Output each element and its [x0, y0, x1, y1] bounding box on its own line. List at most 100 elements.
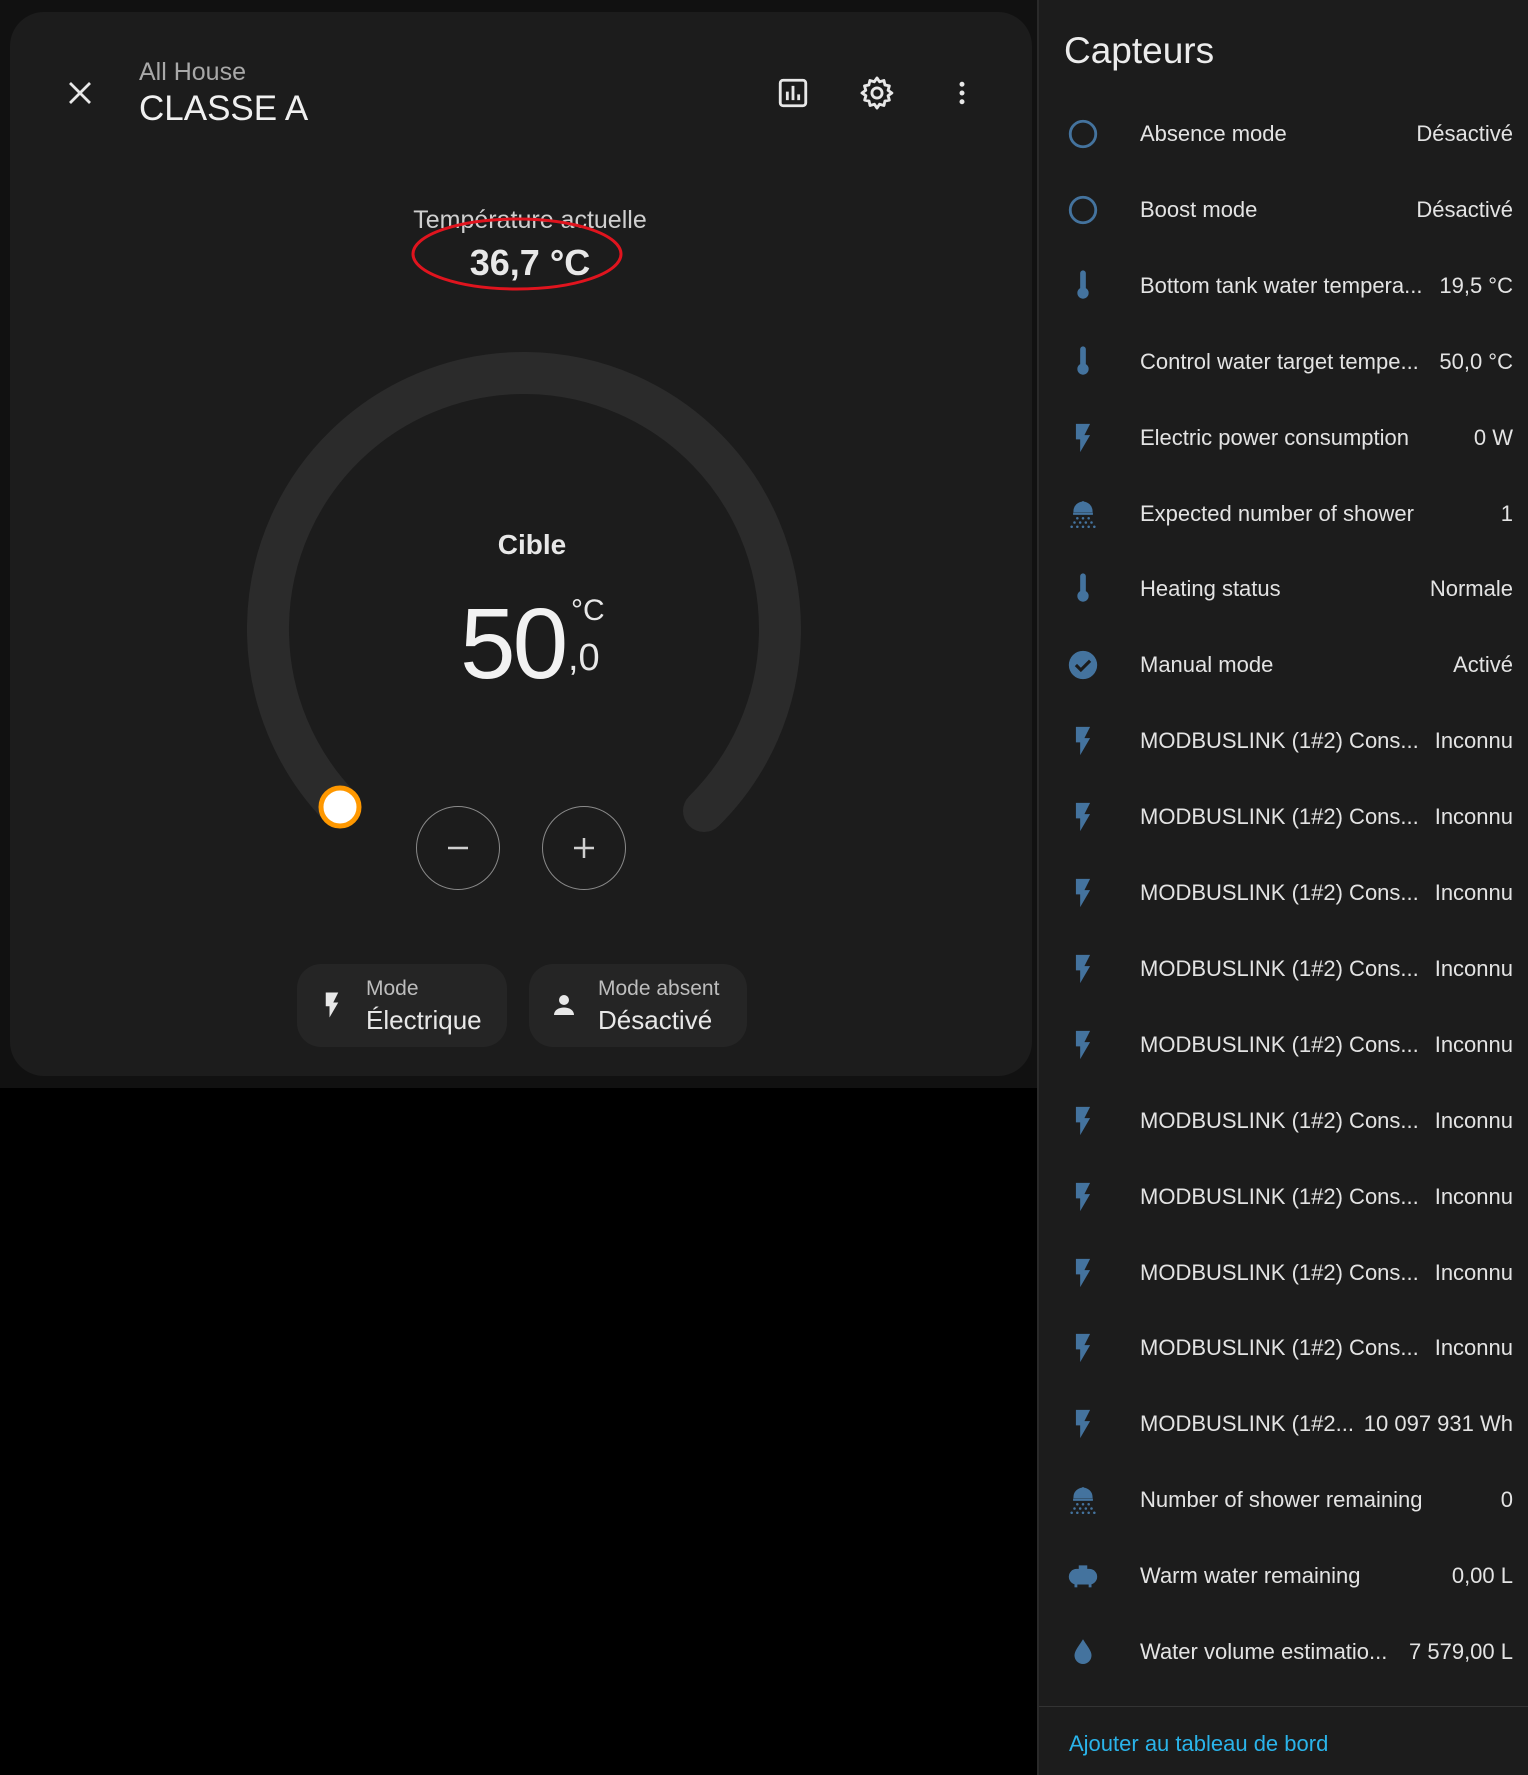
- sensor-value: Inconnu: [1434, 1259, 1513, 1285]
- sensor-row[interactable]: Expected number of shower 1: [1039, 476, 1528, 552]
- sensor-row[interactable]: MODBUSLINK (1#2) Cons... Inconnu: [1039, 779, 1528, 855]
- water-drop-icon: [1065, 1634, 1101, 1670]
- flash-icon: [1065, 951, 1101, 987]
- sensor-value: Désactivé: [1416, 121, 1513, 146]
- sensor-value: Activé: [1453, 652, 1513, 678]
- flash-icon: [1065, 875, 1101, 911]
- sensor-label: MODBUSLINK (1#2) Cons...: [1140, 1031, 1419, 1057]
- sensor-label: Manual mode: [1140, 652, 1274, 678]
- sensor-value: Inconnu: [1434, 728, 1513, 754]
- flash-icon: [1065, 1255, 1101, 1291]
- sensor-value: Inconnu: [1434, 804, 1513, 830]
- thermometer-icon: [1065, 571, 1101, 607]
- divider: [1039, 1706, 1528, 1707]
- sensor-label: Water volume estimatio...: [1140, 1639, 1388, 1664]
- sensor-value: 19,5 °C: [1439, 272, 1513, 298]
- sensor-value: Inconnu: [1434, 1107, 1513, 1133]
- increase-button[interactable]: [542, 806, 626, 890]
- sensor-value: Inconnu: [1434, 880, 1513, 905]
- sensor-value: Inconnu: [1434, 1335, 1513, 1361]
- sensor-row[interactable]: MODBUSLINK (1#2... 10 097 931 Wh: [1039, 1386, 1528, 1462]
- sensor-label: Absence mode: [1140, 121, 1287, 146]
- mode-chip[interactable]: Mode Électrique: [297, 964, 507, 1047]
- sensor-row[interactable]: Water volume estimatio... 7 579,00 L: [1039, 1614, 1528, 1690]
- flash-icon: [1065, 420, 1101, 456]
- account-icon: [554, 995, 574, 1015]
- sensor-row[interactable]: MODBUSLINK (1#2) Cons... Inconnu: [1039, 1083, 1528, 1159]
- sensors-panel: Capteurs Absence mode Désactivé Boost mo…: [1037, 0, 1528, 1775]
- sensor-row[interactable]: Warm water remaining 0,00 L: [1039, 1538, 1528, 1614]
- flash-icon: [1065, 1330, 1101, 1366]
- sensor-label: Electric power consumption: [1140, 424, 1410, 450]
- sensor-label: MODBUSLINK (1#2) Cons...: [1140, 1335, 1419, 1361]
- shower-icon: [1065, 496, 1101, 532]
- sensor-row[interactable]: Electric power consumption 0 W: [1039, 400, 1528, 476]
- away-mode-chip-value: Désactivé: [598, 1005, 713, 1035]
- sensor-row[interactable]: Heating status Normale: [1039, 551, 1528, 627]
- sensor-value: 50,0 °C: [1439, 348, 1513, 374]
- circle-outline-icon: [1065, 116, 1101, 152]
- sensor-row[interactable]: MODBUSLINK (1#2) Cons... Inconnu: [1039, 855, 1528, 931]
- target-value-integer: 50: [460, 588, 568, 700]
- sensor-row[interactable]: Absence mode Désactivé: [1039, 96, 1528, 172]
- decrease-button[interactable]: [416, 806, 500, 890]
- sensors-title: Capteurs: [1064, 30, 1215, 71]
- flash-icon: [1065, 1179, 1101, 1215]
- sensor-label: Number of shower remaining: [1140, 1487, 1423, 1513]
- away-mode-chip[interactable]: Mode absent Désactivé: [529, 964, 747, 1047]
- sensor-label: Expected number of shower: [1140, 500, 1414, 526]
- sensor-row[interactable]: MODBUSLINK (1#2) Cons... Inconnu: [1039, 1007, 1528, 1083]
- away-mode-chip-label: Mode absent: [598, 977, 720, 1000]
- sensor-row[interactable]: MODBUSLINK (1#2) Cons... Inconnu: [1039, 1159, 1528, 1235]
- target-unit: °C: [571, 594, 605, 627]
- circle-outline-icon: [1065, 192, 1101, 228]
- sensor-value: Inconnu: [1434, 1031, 1513, 1057]
- sensor-label: Warm water remaining: [1140, 1563, 1361, 1589]
- sensor-label: MODBUSLINK (1#2) Cons...: [1140, 1107, 1419, 1133]
- thermometer-icon: [1065, 268, 1101, 304]
- sensor-row[interactable]: Manual mode Activé: [1039, 627, 1528, 703]
- target-value-decimal: ,0: [568, 637, 600, 679]
- sensor-value: 1: [1500, 500, 1513, 526]
- sensor-row[interactable]: Bottom tank water tempera... 19,5 °C: [1039, 248, 1528, 324]
- sensor-label: MODBUSLINK (1#2) Cons...: [1140, 728, 1419, 754]
- check-circle-icon: [1065, 647, 1101, 683]
- flash-icon: [1065, 1027, 1101, 1063]
- flash-icon: [1065, 1406, 1101, 1442]
- sensor-label: Control water target tempe...: [1140, 348, 1419, 374]
- sensor-value: 0: [1500, 1487, 1513, 1513]
- sensor-label: Boost mode: [1140, 196, 1258, 222]
- flash-icon: [1065, 723, 1101, 759]
- sensor-value: 0,00 L: [1451, 1563, 1513, 1589]
- sensor-value: Désactivé: [1416, 196, 1513, 222]
- sensor-value: 7 579,00 L: [1409, 1639, 1513, 1664]
- sensor-row[interactable]: MODBUSLINK (1#2) Cons... Inconnu: [1039, 703, 1528, 779]
- sensor-label: MODBUSLINK (1#2) Cons...: [1140, 1259, 1419, 1285]
- flash-icon: [1065, 1103, 1101, 1139]
- mode-chip-label: Mode: [366, 977, 419, 1000]
- sensor-row[interactable]: Number of shower remaining 0: [1039, 1462, 1528, 1538]
- target-label: Cible: [497, 529, 567, 560]
- plus-icon: [574, 838, 594, 858]
- sensor-label: MODBUSLINK (1#2) Cons...: [1140, 880, 1419, 905]
- sensor-label: MODBUSLINK (1#2) Cons...: [1140, 804, 1419, 830]
- sensor-row[interactable]: MODBUSLINK (1#2) Cons... Inconnu: [1039, 1235, 1528, 1311]
- mode-chip-value: Électrique: [366, 1005, 482, 1035]
- sensor-label: Bottom tank water tempera...: [1140, 272, 1423, 298]
- dial-handle[interactable]: [318, 785, 362, 829]
- sensor-row[interactable]: MODBUSLINK (1#2) Cons... Inconnu: [1039, 1310, 1528, 1386]
- thermometer-icon: [1065, 344, 1101, 380]
- sensor-value: Inconnu: [1434, 955, 1513, 981]
- sensor-row[interactable]: Control water target tempe... 50,0 °C: [1039, 324, 1528, 400]
- sensor-value: Normale: [1429, 576, 1513, 602]
- sensor-label: MODBUSLINK (1#2...: [1140, 1411, 1354, 1437]
- minus-icon: [448, 846, 468, 850]
- water-boiler-icon: [1065, 1558, 1101, 1594]
- add-to-dashboard-link[interactable]: Ajouter au tableau de bord: [1069, 1731, 1328, 1757]
- sensor-value: 10 097 931 Wh: [1363, 1411, 1513, 1437]
- sensor-value: Inconnu: [1434, 1183, 1513, 1209]
- climate-dialog: All House CLASSE A Température actuelle …: [10, 12, 1032, 1076]
- sensor-row[interactable]: MODBUSLINK (1#2) Cons... Inconnu: [1039, 931, 1528, 1007]
- sensor-value: 0 W: [1473, 424, 1513, 450]
- sensor-row[interactable]: Boost mode Désactivé: [1039, 172, 1528, 248]
